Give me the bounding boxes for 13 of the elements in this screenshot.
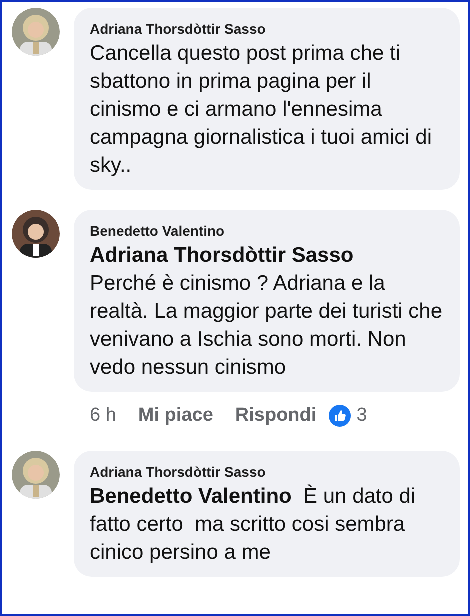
author-name[interactable]: Adriana Thorsdòttir Sasso (90, 460, 446, 482)
author-name[interactable]: Adriana Thorsdòttir Sasso (90, 18, 446, 40)
comment-time: 6 h (90, 404, 116, 428)
mention-link[interactable]: Benedetto Valentino (90, 484, 292, 508)
mention-link[interactable]: Adriana Thorsdòttir Sasso (90, 242, 446, 270)
comment-text: Cancella questo post prima che ti sbattono in prima pagina per il cinismo e ci armano l'ennesima campagna giornalistica i tuoi amici di sky.. (90, 41, 433, 179)
comment-text: Benedetto Valentino È un dato di fatto certo ma scritto cosi sembra cinico persino a me (90, 484, 417, 566)
author-name[interactable]: Benedetto Valentino (90, 220, 446, 242)
like-button[interactable]: Mi piace (138, 402, 214, 430)
comment-text: Perché è cinismo ? Adriana e la realtà. La maggior parte dei turisti che venivano a Ischia sono morti. Non vedo nessun cinismo (90, 271, 444, 381)
reply-button[interactable]: Rispondi (235, 402, 317, 430)
thumbs-up-icon (328, 405, 351, 428)
reaction-count: 3 (356, 404, 368, 428)
